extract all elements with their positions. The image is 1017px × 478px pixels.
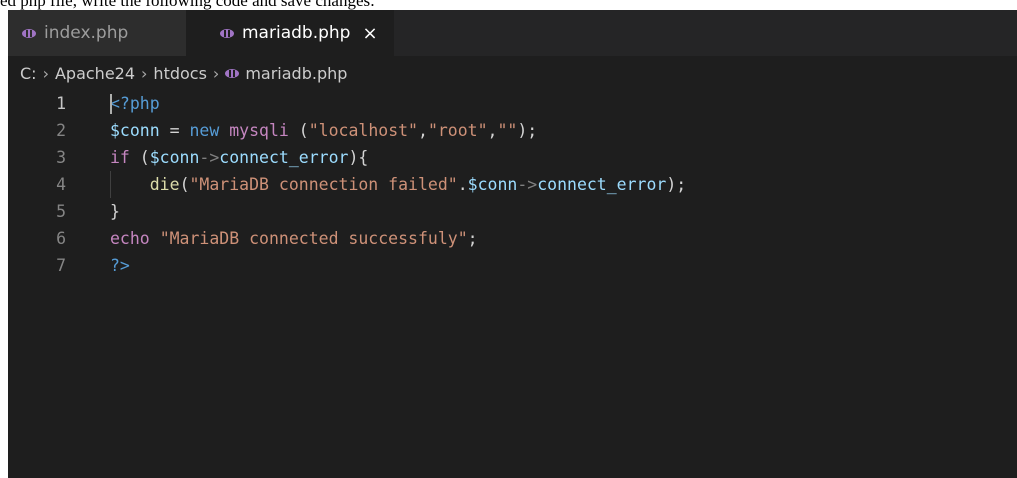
token-string: "root" (427, 121, 488, 140)
document-text-fragment: ed php file, write the following code an… (0, 0, 1017, 10)
line-number: 3 (56, 148, 66, 167)
code-line[interactable]: 4 die("MariaDB connection failed".$conn-… (8, 171, 1017, 198)
tab-bar: index.php mariadb.php × (8, 10, 1017, 56)
token-string: "" (497, 121, 518, 140)
code-line[interactable]: 5 } (8, 198, 1017, 225)
php-elephant-icon (225, 68, 240, 78)
token-punct: ){ (348, 148, 369, 167)
tab-label: index.php (44, 23, 129, 43)
token-operator: -> (517, 175, 538, 194)
token-variable: $conn (110, 121, 160, 140)
line-number: 2 (56, 121, 66, 140)
tab-index-php[interactable]: index.php (8, 10, 186, 56)
line-number: 1 (56, 94, 66, 113)
code-line[interactable]: 6 echo "MariaDB connected successfuly"; (8, 225, 1017, 252)
token-punct: , (487, 121, 498, 140)
breadcrumb-item-htdocs[interactable]: htdocs (153, 64, 207, 83)
token-punct: ( (288, 121, 309, 140)
line-number: 6 (56, 229, 66, 248)
breadcrumb-separator: › (42, 63, 49, 83)
breadcrumb-separator: › (141, 63, 148, 83)
token-string: "MariaDB connection failed" (189, 175, 458, 194)
token-class: mysqli (229, 121, 289, 140)
token-variable: $conn (467, 175, 518, 194)
token-keyword: new (189, 121, 230, 140)
token-string: "localhost" (308, 121, 418, 140)
php-open-tag: <?php (110, 94, 160, 113)
php-elephant-icon (22, 28, 36, 38)
breadcrumb-item-file[interactable]: mariadb.php (245, 64, 347, 83)
code-line[interactable]: 2 $conn = new mysqli ("localhost","root"… (8, 117, 1017, 144)
token-variable: $conn (149, 148, 200, 167)
code-line[interactable]: 7 ?> (8, 252, 1017, 279)
token-keyword: echo (110, 229, 150, 248)
code-editor-window: index.php mariadb.php × C: › Apache24 › … (8, 10, 1017, 478)
breadcrumb: C: › Apache24 › htdocs › mariadb.php (8, 56, 1017, 90)
token-punct: ; (467, 229, 478, 248)
token-function: die (149, 175, 180, 194)
tab-mariadb-php[interactable]: mariadb.php × (186, 10, 394, 56)
close-tab-icon[interactable]: × (362, 23, 377, 44)
text-cursor (110, 94, 112, 114)
token-property: connect_error (219, 148, 349, 167)
token-operator: -> (199, 148, 220, 167)
token-punct: , (418, 121, 428, 140)
php-elephant-icon (220, 28, 234, 38)
line-number: 7 (56, 256, 66, 275)
line-number: 5 (56, 202, 66, 221)
token-punct: ); (517, 121, 538, 140)
line-number: 4 (56, 175, 66, 194)
indent-guide (110, 171, 111, 198)
breadcrumb-item-drive[interactable]: C: (20, 64, 37, 83)
code-line[interactable]: 3 if ($conn->connect_error){ (8, 144, 1017, 171)
tab-label: mariadb.php (242, 23, 351, 43)
token-string: "MariaDB connected successfuly" (159, 229, 468, 248)
breadcrumb-separator: › (212, 63, 220, 83)
php-close-tag: ?> (110, 256, 130, 275)
token-punct: ( (129, 148, 150, 167)
token-punct: ( (179, 175, 190, 194)
token-keyword: if (110, 148, 130, 167)
token-punct: } (110, 202, 120, 221)
breadcrumb-item-apache24[interactable]: Apache24 (55, 64, 135, 83)
token-operator: = (159, 121, 190, 140)
token-punct: ); (666, 175, 687, 194)
token-property: connect_error (537, 175, 667, 194)
code-area[interactable]: 1 <?php 2 $conn = new mysqli ("localhost… (8, 90, 1017, 279)
token-operator: . (457, 175, 468, 194)
code-line[interactable]: 1 <?php (8, 90, 1017, 117)
